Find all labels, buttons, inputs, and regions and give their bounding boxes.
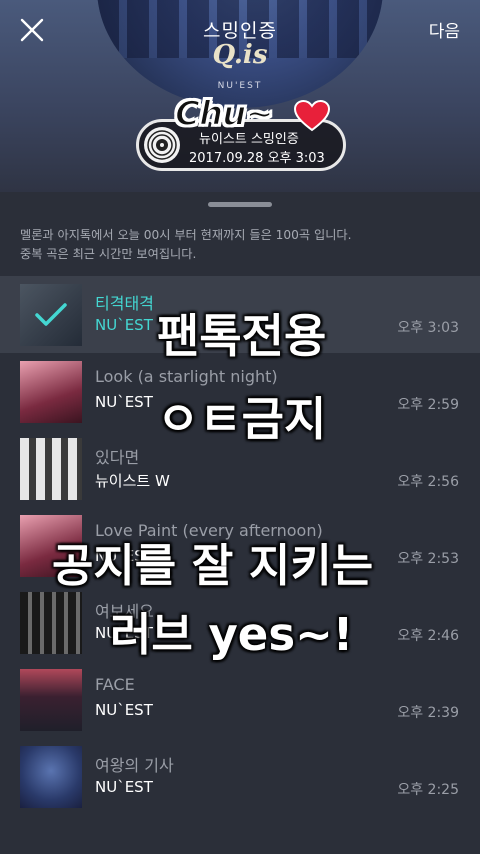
album-cover: 스밍인증 Q.is NU'EST [97,0,383,108]
header: 스밍인증 Q.is NU'EST 다음 뉴이스트 스밍인증 2017.09.28… [0,0,480,192]
heart-icon [294,100,330,132]
song-time: 오후 2:56 [397,474,459,490]
song-row[interactable]: Look (a starlight night) NU`EST 오후 2:59 [0,353,480,430]
song-title: 있다면 [95,448,140,467]
cover-title: 스밍인증 [203,20,277,42]
close-button[interactable] [14,12,50,48]
song-list: 티격태격 NU`EST 오후 3:03 Look (a starlight ni… [0,276,480,815]
stamp-date: 2017.09.28 오후 3:03 [189,151,325,166]
check-icon [20,284,82,346]
album-thumbnail [20,361,82,423]
song-title: 여왕의 기사 [95,756,174,775]
album-thumbnail [20,592,82,654]
notice-text: 멜론과 아지톡에서 오늘 00시 부터 현재까지 들은 100곡 입니다. 중복… [20,226,460,264]
chu-sticker-text: Chu~ [174,93,275,135]
song-title: Love Paint (every afternoon) [95,521,323,540]
album-thumbnail [20,438,82,500]
song-artist: NU`EST [95,701,153,719]
song-row[interactable]: 티격태격 NU`EST 오후 3:03 [0,276,480,353]
album-thumbnail [20,669,82,731]
cover-logo: Q.is [212,40,268,70]
song-time: 오후 2:25 [397,782,459,798]
album-thumbnail [20,746,82,808]
song-title: Look (a starlight night) [95,367,278,386]
song-row[interactable]: 여보세요 NU`EST 오후 2:46 [0,584,480,661]
song-artist: NU`EST [95,624,153,642]
notice-line-1: 멜론과 아지톡에서 오늘 00시 부터 현재까지 들은 100곡 입니다. [20,228,352,242]
song-time: 오후 2:53 [397,551,459,567]
song-title: 티격태격 [95,294,154,313]
song-row[interactable]: FACE NU`EST 오후 2:39 [0,661,480,738]
song-time: 오후 2:59 [397,397,459,413]
song-artist: NU`EST [95,778,153,796]
song-history-sheet: 멜론과 아지톡에서 오늘 00시 부터 현재까지 들은 100곡 입니다. 중복… [0,192,480,854]
notice-line-2: 중복 곡은 최근 시간만 보여집니다. [20,247,197,261]
song-artist: 뉴이스트 W [95,472,170,490]
song-artist: NU`EST [95,547,153,565]
sheet-handle[interactable] [208,202,272,207]
song-row[interactable]: 있다면 뉴이스트 W 오후 2:56 [0,430,480,507]
song-artist: NU`EST [95,393,153,411]
album-thumbnail [20,515,82,577]
song-artist: NU`EST [95,316,153,334]
song-time: 오후 3:03 [397,320,459,336]
song-row[interactable]: Love Paint (every afternoon) NU`EST 오후 2… [0,507,480,584]
song-title: 여보세요 [95,602,154,621]
cover-subtitle: NU'EST [217,81,263,91]
song-title: FACE [95,675,135,694]
next-button[interactable]: 다음 [429,17,460,42]
song-time: 오후 2:39 [397,705,459,721]
song-row[interactable]: 여왕의 기사 NU`EST 오후 2:25 [0,738,480,815]
song-time: 오후 2:46 [397,628,459,644]
close-icon [20,18,44,42]
album-thumbnail [20,284,82,346]
